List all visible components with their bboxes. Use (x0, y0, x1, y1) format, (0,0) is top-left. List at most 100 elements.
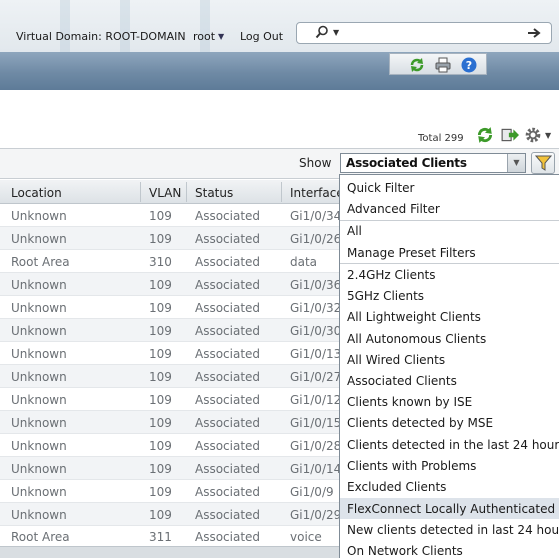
status-cell: Associated (195, 255, 261, 269)
help-icon[interactable]: ? (461, 57, 477, 73)
menu-item-clients-with-problems[interactable]: Clients with Problems (347, 459, 476, 473)
top-header: Virtual Domain: ROOT-DOMAIN root ▼ Log O… (0, 0, 559, 52)
export-icon[interactable] (501, 126, 519, 144)
filter-icon (535, 155, 552, 171)
menu-item-clients-detected-by-mse[interactable]: Clients detected by MSE (347, 416, 493, 430)
vlan-cell: 109 (149, 232, 172, 246)
search-input[interactable] (347, 25, 517, 41)
settings-caret-icon[interactable]: ▼ (545, 131, 551, 140)
menu-item-2-4ghz-clients[interactable]: 2.4GHz Clients (347, 268, 436, 282)
vlan-cell: 109 (149, 462, 172, 476)
status-cell: Associated (195, 416, 261, 430)
interface-cell: Gi1/0/36 (290, 278, 340, 292)
show-select[interactable]: Associated Clients ▼ (340, 153, 526, 173)
column-header-vlan[interactable]: VLAN (149, 186, 181, 200)
search-icon[interactable] (315, 25, 329, 39)
vlan-cell: 109 (149, 485, 172, 499)
column-header-interface[interactable]: Interface (290, 186, 344, 200)
interface-cell: voice (290, 530, 322, 544)
location-cell: Unknown (11, 416, 67, 430)
status-cell: Associated (195, 347, 261, 361)
menu-item-manage-preset-filters[interactable]: Manage Preset Filters (347, 246, 476, 260)
column-header-status[interactable]: Status (195, 186, 233, 200)
interface-cell: Gi1/0/14 (290, 462, 340, 476)
status-cell: Associated (195, 393, 261, 407)
interface-cell: data (290, 255, 318, 269)
menu-item-flexconnect-locally-authenticated[interactable]: FlexConnect Locally Authenticated (347, 502, 555, 516)
header-decoration (120, 0, 130, 52)
location-cell: Unknown (11, 508, 67, 522)
location-cell: Unknown (11, 209, 67, 223)
vlan-cell: 109 (149, 416, 172, 430)
print-icon[interactable] (435, 57, 451, 73)
menu-item-5ghz-clients[interactable]: 5GHz Clients (347, 289, 424, 303)
menu-item-associated-clients[interactable]: Associated Clients (347, 374, 457, 388)
vlan-cell: 310 (149, 255, 172, 269)
menu-item-clients-detected-last-24-hours[interactable]: Clients detected in the last 24 hours (347, 438, 559, 452)
column-divider (186, 182, 187, 202)
interface-cell: Gi1/0/29 (290, 508, 340, 522)
location-cell: Unknown (11, 347, 67, 361)
search-box[interactable]: ▼ (296, 22, 552, 44)
column-header-location[interactable]: Location (11, 186, 62, 200)
location-cell: Root Area (11, 530, 70, 544)
location-cell: Unknown (11, 232, 67, 246)
show-select-value: Associated Clients (346, 156, 467, 170)
status-cell: Associated (195, 439, 261, 453)
location-cell: Unknown (11, 301, 67, 315)
interface-cell: Gi1/0/28 (290, 439, 340, 453)
location-cell: Unknown (11, 462, 67, 476)
interface-cell: Gi1/0/30 (290, 324, 340, 338)
vlan-cell: 109 (149, 347, 172, 361)
search-options-caret[interactable]: ▼ (333, 28, 339, 37)
logout-link[interactable]: Log Out (240, 30, 283, 43)
vlan-cell: 109 (149, 439, 172, 453)
location-cell: Root Area (11, 255, 70, 269)
vlan-cell: 109 (149, 301, 172, 315)
menu-item-all[interactable]: All (347, 224, 362, 238)
chevron-down-icon[interactable]: ▼ (507, 154, 525, 172)
refresh-icon[interactable] (409, 57, 425, 73)
status-cell: Associated (195, 324, 261, 338)
interface-cell: Gi1/0/26 (290, 232, 340, 246)
location-cell: Unknown (11, 485, 67, 499)
status-cell: Associated (195, 508, 261, 522)
menu-item-all-lightweight-clients[interactable]: All Lightweight Clients (347, 310, 481, 324)
status-cell: Associated (195, 301, 261, 315)
status-cell: Associated (195, 232, 261, 246)
filter-button[interactable] (531, 152, 555, 174)
status-cell: Associated (195, 462, 261, 476)
total-count: Total 299 (418, 133, 464, 144)
menu-item-clients-known-by-ise[interactable]: Clients known by ISE (347, 395, 472, 409)
show-label: Show (299, 156, 332, 170)
gear-icon[interactable] (524, 126, 542, 144)
vlan-cell: 109 (149, 393, 172, 407)
vlan-cell: 109 (149, 370, 172, 384)
menu-item-excluded-clients[interactable]: Excluded Clients (347, 480, 446, 494)
menu-item-all-wired-clients[interactable]: All Wired Clients (347, 353, 445, 367)
vlan-cell: 109 (149, 209, 172, 223)
location-cell: Unknown (11, 439, 67, 453)
user-menu[interactable]: root (193, 30, 215, 43)
arrow-right-icon[interactable] (527, 26, 541, 40)
menu-divider (340, 263, 559, 264)
interface-cell: Gi1/0/32 (290, 301, 340, 315)
show-dropdown-menu: Quick Filter Advanced Filter All Manage … (339, 174, 559, 558)
menu-item-on-network-clients[interactable]: On Network Clients (347, 544, 463, 558)
menu-item-advanced-filter[interactable]: Advanced Filter (347, 202, 440, 216)
status-cell: Associated (195, 530, 261, 544)
column-divider (281, 182, 282, 202)
menu-item-all-autonomous-clients[interactable]: All Autonomous Clients (347, 332, 486, 346)
menu-item-quick-filter[interactable]: Quick Filter (347, 181, 414, 195)
location-cell: Unknown (11, 393, 67, 407)
menu-item-new-clients-last-24-hours[interactable]: New clients detected in last 24 hours (347, 523, 559, 537)
status-cell: Associated (195, 370, 261, 384)
location-cell: Unknown (11, 370, 67, 384)
virtual-domain-label: Virtual Domain: ROOT-DOMAIN (16, 30, 186, 43)
vlan-cell: 109 (149, 508, 172, 522)
interface-cell: Gi1/0/13 (290, 347, 340, 361)
interface-cell: Gi1/0/34 (290, 209, 340, 223)
chevron-down-icon[interactable]: ▼ (218, 32, 224, 41)
refresh-icon[interactable] (476, 126, 494, 144)
svg-text:?: ? (466, 59, 472, 72)
